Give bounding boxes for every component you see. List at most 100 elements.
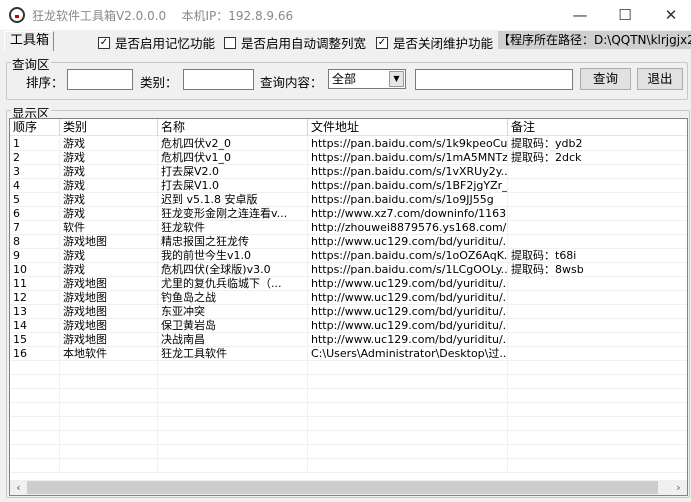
table-cell: [508, 403, 687, 417]
column-header[interactable]: 名称: [158, 119, 308, 136]
checkbox-icon[interactable]: [224, 36, 236, 49]
table-cell: 游戏地图: [60, 319, 158, 333]
table-cell: 狂龙软件: [158, 221, 308, 235]
table-cell: [508, 305, 687, 319]
table-row[interactable]: 8 游戏地图 精忠报国之狂龙传 http://www.uc129.com/bd/yur…: [10, 235, 687, 249]
table-cell: [508, 417, 687, 431]
table-cell: 5: [10, 193, 60, 207]
table-row[interactable]: 9 游戏 我的前世今生v1.0 https://pan.baidu.com/s/1oO…: [10, 249, 687, 263]
table-cell: 游戏: [60, 137, 158, 151]
table-cell: https://pan.baidu.com/s/1oOZ6AqK...: [308, 249, 508, 263]
table-cell: [508, 291, 687, 305]
category-input[interactable]: [183, 69, 254, 90]
table-cell: C:\Users\Administrator\Desktop\过...: [308, 347, 508, 361]
option-checkbox-1[interactable]: 是否启用自动调整列宽: [224, 33, 366, 52]
table-cell: 狂龙变形金刚之连连看v...: [158, 207, 308, 221]
table-cell: [158, 431, 308, 445]
table-cell: 游戏地图: [60, 277, 158, 291]
table-cell: [508, 207, 687, 221]
table-cell: 游戏地图: [60, 305, 158, 319]
table-row[interactable]: 15 游戏地图 决战南昌 http://www.uc129.com/bd/yuridi…: [10, 333, 687, 347]
horizontal-scrollbar[interactable]: ‹ ›: [10, 480, 687, 495]
table-row[interactable]: 12 游戏地图 钓鱼岛之战 http://www.uc129.com/bd/yurid…: [10, 291, 687, 305]
table-cell: 2: [10, 151, 60, 165]
table-row[interactable]: 4 游戏 打去屎V1.0 https://pan.baidu.com/s/1BF2jg…: [10, 179, 687, 193]
table-cell: 软件: [60, 221, 158, 235]
sort-input[interactable]: [67, 69, 133, 90]
table-cell: 迟到 v5.1.8 安卓版: [158, 193, 308, 207]
table-cell: [508, 361, 687, 375]
table-row[interactable]: 3 游戏 打去屎V2.0 https://pan.baidu.com/s/1vXRUy…: [10, 165, 687, 179]
checkbox-icon[interactable]: ✓: [98, 36, 110, 49]
table-row[interactable]: 14 游戏地图 保卫黄岩岛 http://www.uc129.com/bd/yurid…: [10, 319, 687, 333]
option-checkbox-2[interactable]: ✓ 是否关闭维护功能: [376, 33, 493, 52]
scrollbar-thumb[interactable]: [27, 481, 658, 494]
empty-row: [10, 389, 687, 403]
table-cell: https://pan.baidu.com/s/1vXRUy2y...: [308, 165, 508, 179]
table-cell: [508, 375, 687, 389]
table-cell: [308, 375, 508, 389]
option-checkbox-0[interactable]: ✓ 是否启用记忆功能: [98, 33, 215, 52]
table-cell: [10, 431, 60, 445]
table-cell: 12: [10, 291, 60, 305]
table-cell: 危机四伏v1_0: [158, 151, 308, 165]
empty-row: [10, 361, 687, 375]
scroll-left-icon[interactable]: ‹: [10, 480, 27, 495]
table-cell: [308, 361, 508, 375]
column-header[interactable]: 备注: [508, 119, 687, 136]
table-cell: 11: [10, 277, 60, 291]
table-row[interactable]: 5 游戏 迟到 v5.1.8 安卓版 https://pan.baidu.com/s/…: [10, 193, 687, 207]
table-cell: 游戏: [60, 165, 158, 179]
table-row[interactable]: 7 软件 狂龙软件 http://zhouwei8879576.ys168.com/: [10, 221, 687, 235]
table-row[interactable]: 6 游戏 狂龙变形金刚之连连看v... http://www.xz7.com/down…: [10, 207, 687, 221]
table-cell: http://www.uc129.com/bd/yuriditu/...: [308, 291, 508, 305]
table-cell: [158, 445, 308, 459]
list-header: 顺序 类别 名称 文件地址 备注: [10, 119, 687, 136]
table-cell: 危机四伏(全球版)v3.0: [158, 263, 308, 277]
scroll-right-icon[interactable]: ›: [670, 480, 687, 495]
table-cell: [508, 235, 687, 249]
table-cell: https://pan.baidu.com/s/1BF2jgYZr_...: [308, 179, 508, 193]
keyword-input[interactable]: [415, 69, 573, 90]
table-cell: [308, 389, 508, 403]
table-cell: http://zhouwei8879576.ys168.com/: [308, 221, 508, 235]
close-button[interactable]: ✕: [657, 4, 685, 26]
search-button[interactable]: 查询: [580, 68, 631, 90]
content-label: 查询内容：: [260, 75, 323, 90]
category-label: 类别：: [140, 75, 178, 90]
table-row[interactable]: 13 游戏地图 东亚冲突 http://www.uc129.com/bd/yuridi…: [10, 305, 687, 319]
minimize-button[interactable]: —: [566, 4, 594, 26]
table-row[interactable]: 11 游戏地图 尤里的复仇兵临城下（... http://www.uc129.com/…: [10, 277, 687, 291]
table-cell: [508, 165, 687, 179]
table-cell: 游戏: [60, 249, 158, 263]
exit-button[interactable]: 退出: [637, 68, 683, 90]
table-cell: 狂龙工具软件: [158, 347, 308, 361]
checkbox-icon[interactable]: ✓: [376, 36, 388, 49]
table-row[interactable]: 10 游戏 危机四伏(全球版)v3.0 https://pan.baidu.com/s…: [10, 263, 687, 277]
content-select-value: 全部: [332, 72, 357, 86]
table-cell: http://www.uc129.com/bd/yuriditu/...: [308, 319, 508, 333]
query-legend: 查询区: [11, 54, 51, 73]
column-header[interactable]: 类别: [60, 119, 158, 136]
column-header[interactable]: 顺序: [10, 119, 60, 136]
table-row[interactable]: 16 本地软件 狂龙工具软件 C:\Users\Administrator\Deskt…: [10, 347, 687, 361]
column-header[interactable]: 文件地址: [308, 119, 508, 136]
table-row[interactable]: 1 游戏 危机四伏v2_0 https://pan.baidu.com/s/1k9kp…: [10, 137, 687, 151]
table-cell: 提取码：ydb2: [508, 137, 687, 151]
table-cell: [308, 431, 508, 445]
tab-toolbox[interactable]: 工具箱: [4, 31, 54, 51]
maximize-button[interactable]: ☐: [611, 4, 639, 26]
chevron-down-icon[interactable]: ▼: [389, 71, 404, 87]
table-cell: [158, 361, 308, 375]
table-row[interactable]: 2 游戏 危机四伏v1_0 https://pan.baidu.com/s/1mA5M…: [10, 151, 687, 165]
window-title: 狂龙软件工具箱V2.0.0.0 本机IP：192.8.9.66: [32, 9, 294, 23]
table-cell: 提取码：t68i: [508, 249, 687, 263]
table-cell: http://www.uc129.com/bd/yuriditu/...: [308, 235, 508, 249]
file-list[interactable]: 顺序 类别 名称 文件地址 备注 1 游戏 危机四伏v2_0 https://pan.baid…: [9, 118, 688, 496]
table-cell: 游戏地图: [60, 235, 158, 249]
table-cell: 东亚冲突: [158, 305, 308, 319]
content-select[interactable]: 全部 ▼: [328, 69, 406, 89]
table-cell: 决战南昌: [158, 333, 308, 347]
table-cell: [60, 431, 158, 445]
table-cell: [508, 389, 687, 403]
